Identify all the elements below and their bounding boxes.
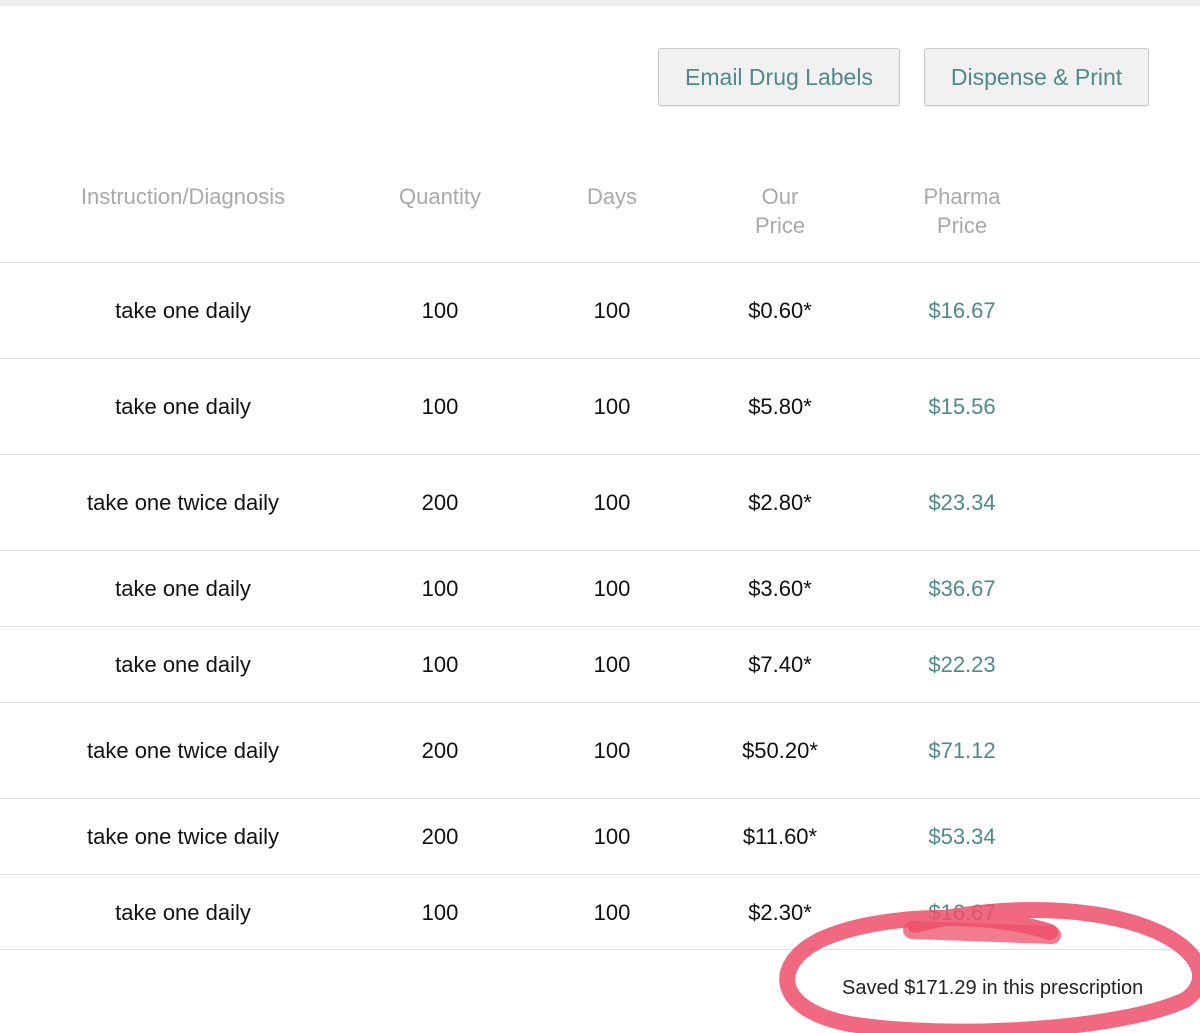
row-instruction: take one twice daily [87,823,279,849]
savings-summary: Saved $171.29 in this prescription [842,977,1144,999]
row-instruction: take one twice daily [87,737,279,763]
row-pharma-price: $16.67 [928,297,996,323]
row-instruction: take one twice daily [87,489,279,515]
table-row: take one twice daily 200 100 $50.20* $71… [0,703,1200,798]
row-our-price: $5.80* [748,393,812,419]
dispense-print-button[interactable]: Dispense & Print [924,48,1149,106]
row-our-price: $50.20* [742,737,818,763]
table-header: Instruction/Diagnosis Quantity Days Our … [0,180,1200,262]
row-pharma-price: $71.12 [928,737,996,763]
table-row: take one daily 100 100 $0.60* $16.67 [0,263,1200,358]
row-quantity: 100 [421,651,459,677]
header-our-price: Our Price [755,182,805,240]
row-days: 100 [593,823,631,849]
row-our-price: $2.80* [748,489,812,515]
row-quantity: 100 [421,575,459,601]
row-instruction: take one daily [115,393,251,419]
header-quantity: Quantity [399,184,481,209]
row-days: 100 [593,489,631,515]
row-instruction: take one daily [115,651,251,677]
header-our-price-line1: Our [761,184,799,209]
row-pharma-price: $16.67 [928,899,996,925]
row-pharma-price: $36.67 [928,575,996,601]
row-days: 100 [593,297,631,323]
row-our-price: $0.60* [748,297,812,323]
header-pharma-price-line2: Price [936,213,988,238]
table-row: take one daily 100 100 $3.60* $36.67 [0,551,1200,626]
header-pharma-price: Pharma Price [923,182,1000,240]
header-days: Days [586,184,638,209]
row-quantity: 200 [421,737,459,763]
row-days: 100 [593,393,631,419]
row-days: 100 [593,651,631,677]
table-row: take one twice daily 200 100 $2.80* $23.… [0,455,1200,550]
row-our-price: $3.60* [748,575,812,601]
row-instruction: take one daily [115,899,251,925]
email-drug-labels-button[interactable]: Email Drug Labels [658,48,900,106]
row-pharma-price: $53.34 [928,823,996,849]
row-quantity: 200 [421,823,459,849]
row-days: 100 [593,737,631,763]
row-pharma-price: $23.34 [928,489,996,515]
row-quantity: 100 [421,899,459,925]
row-pharma-price: $22.23 [928,651,996,677]
header-pharma-price-line1: Pharma [923,184,1001,209]
row-instruction: take one daily [115,575,251,601]
row-our-price: $7.40* [748,651,812,677]
row-pharma-price: $15.56 [928,393,996,419]
table-row: take one daily 100 100 $5.80* $15.56 [0,359,1200,454]
row-days: 100 [593,575,631,601]
row-quantity: 100 [421,297,459,323]
row-quantity: 200 [421,489,459,515]
row-divider [0,949,1200,950]
table-row: take one twice daily 200 100 $11.60* $53… [0,799,1200,874]
header-instruction: Instruction/Diagnosis [80,184,286,209]
header-our-price-line2: Price [754,213,806,238]
top-divider-strip [0,0,1200,6]
table-row: take one daily 100 100 $7.40* $22.23 [0,627,1200,702]
row-quantity: 100 [421,393,459,419]
row-days: 100 [593,899,631,925]
row-our-price: $2.30* [748,899,812,925]
table-row: take one daily 100 100 $2.30* $16.67 [0,875,1200,950]
row-instruction: take one daily [115,297,251,323]
row-our-price: $11.60* [742,823,818,849]
